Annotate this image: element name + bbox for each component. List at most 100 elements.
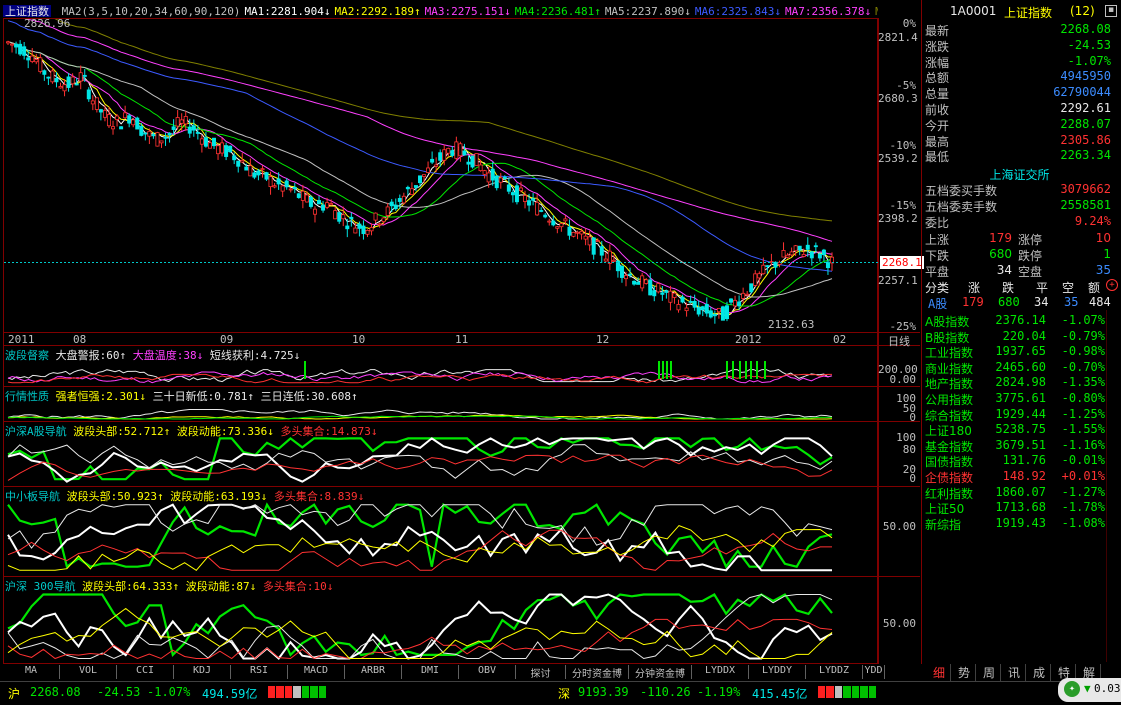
candle [333,206,338,220]
index-price: 3775.61 [995,391,1046,405]
index-rate: +0.01% [1061,469,1105,483]
indicator-tab[interactable]: DMI [402,665,459,679]
ind2Svg-line-1 [7,409,833,420]
index-row[interactable]: 国债指数 131.76 -0.01% [922,453,1105,469]
indicator-tab[interactable]: ARBR [345,665,402,679]
floating-widget[interactable]: ✦ ▼ 0.03 [1058,678,1121,702]
quote-value: 4945950 [1060,69,1111,84]
indicator-tab[interactable]: VOL [60,665,117,679]
high-label: 2826.96 [24,17,71,30]
candle [66,73,71,92]
index-row[interactable]: 企债指数 148.92 +0.01% [922,469,1105,485]
price-chart[interactable] [4,19,878,332]
panel-tab[interactable]: 讯 [1003,664,1026,681]
index-rate: -1.55% [1061,422,1105,437]
price-axis-label: 2821.4 [878,31,918,44]
candle [426,161,431,174]
indicator-2-chart[interactable] [4,398,878,421]
table-cell: 34 [1034,295,1049,309]
main-title[interactable]: 上证指数 [3,5,51,17]
quote-name[interactable]: 上证指数 [1004,4,1052,21]
index-row[interactable]: B股指数 220.04 -0.79% [922,329,1105,345]
sz-label[interactable]: 深 [558,685,570,702]
candle [216,143,221,160]
indicator-tab[interactable]: MACD [288,665,345,679]
panel-scrollbar[interactable] [1106,310,1117,662]
indicator-5-chart[interactable] [4,589,878,664]
panel-tab[interactable]: 细 [928,664,951,681]
expand-icon[interactable]: + [1106,279,1118,291]
index-row[interactable]: 地产指数 2824.98 -1.35% [922,375,1105,391]
index-row[interactable]: A股指数 2376.14 -1.07% [922,313,1105,329]
indicator-4-chart[interactable] [4,499,878,576]
index-row[interactable]: 综合指数 1929.44 -1.25% [922,407,1105,423]
candle [676,299,681,313]
sz-price: 9193.39 [578,685,629,699]
ind1Svg-line-2 [7,371,833,384]
breadth-value: 10 [1095,231,1111,245]
quote-value: 2292.61 [1060,101,1111,115]
candle [272,182,277,189]
index-row[interactable]: 新综指 1919.43 -1.08% [922,516,1105,532]
breadth-value: 1 [1103,247,1111,261]
index-row[interactable]: 工业指数 1937.65 -0.98% [922,344,1105,360]
candle [377,222,382,228]
status-bar: 沪 2268.08 -24.53 -1.07% 494.59亿 深 9193.3… [0,678,1121,705]
index-name: 红利指数 [925,486,974,501]
indicator-tab[interactable]: MA [3,665,60,679]
index-row[interactable]: 上证50 1713.68 -1.78% [922,500,1105,516]
month-label: 09 [220,333,234,346]
daily-label[interactable]: 日线 [888,333,910,349]
candle [179,113,184,132]
candle [191,119,196,137]
indicator-tab[interactable]: YDD [863,665,885,679]
panel-tab[interactable]: 周 [978,664,1001,681]
month-label: 2011 [8,333,35,346]
index-name: 新综指 [925,517,962,532]
candle [86,87,91,102]
sh-label[interactable]: 沪 [8,685,20,702]
index-rate: -1.27% [1061,484,1105,499]
index-row[interactable]: 商业指数 2465.60 -0.70% [922,360,1105,376]
indicator-tab[interactable]: 分时资金博 [566,665,629,680]
indicator-tab[interactable]: LYDDZ [806,665,863,679]
indicator-tab[interactable]: 分钟资金博 [629,665,692,680]
candle [805,237,810,257]
index-row[interactable]: 公用指数 3775.61 -0.80% [922,391,1105,407]
candle [506,178,511,195]
indicator-tab[interactable]: RSI [231,665,288,679]
panel-toggle-icon[interactable]: ▪ [1105,5,1117,17]
indicator-tab[interactable]: LYDDX [692,665,749,679]
candle [34,53,39,65]
order-row: 五档委买手数 3079662 [922,182,1117,198]
indicator-3-chart[interactable] [4,434,878,486]
breadth-label: 平盘 [925,265,950,279]
index-name: 商业指数 [925,361,974,376]
breadth-label: 空盘 [1018,265,1043,279]
breadth-label: 下跌 [925,249,950,263]
index-row[interactable]: 基金指数 3679.51 -1.16% [922,438,1105,454]
candle [321,200,326,213]
panel-tab[interactable]: 成 [1028,664,1051,681]
indicator-tab[interactable]: 探讨 [516,665,566,680]
candle [498,173,503,189]
panel-tab[interactable]: 势 [953,664,976,681]
signal-bar [764,361,766,379]
indicator-tab[interactable]: KDJ [174,665,231,679]
candle [94,97,99,113]
indicator-tab[interactable]: CCI [117,665,174,679]
candle [413,185,418,192]
quote-value: 62790044 [1053,85,1111,100]
percent-axis-label: -25% [889,320,917,333]
sz-percent: -1.19% [697,685,741,699]
candle [466,155,471,172]
index-row[interactable]: 红利指数 1860.07 -1.27% [922,484,1105,501]
indicator-tab[interactable]: OBV [459,665,516,679]
indicator-1-chart[interactable] [4,358,878,386]
candle [607,244,612,271]
index-row[interactable]: 上证180 5238.75 -1.55% [922,422,1105,438]
table-header-cell: 跌 [1002,281,1015,295]
candle [514,183,519,205]
candle [704,297,709,317]
indicator-tab[interactable]: LYDDY [749,665,806,679]
